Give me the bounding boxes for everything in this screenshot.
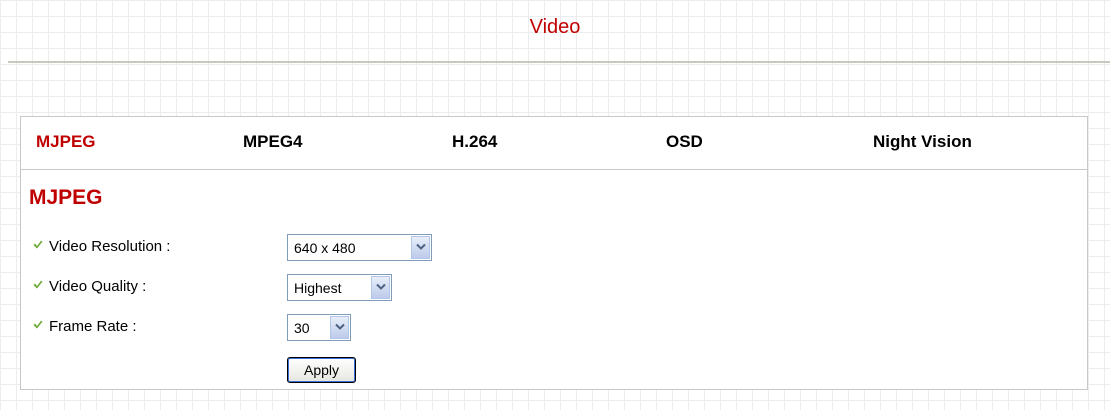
video-quality-text: Video Quality :: [49, 278, 147, 295]
frame-rate-value: 30: [294, 320, 310, 336]
video-resolution-select[interactable]: 640 x 480: [287, 234, 432, 261]
green-check-icon: [33, 280, 43, 289]
video-resolution-label: Video Resolution :: [33, 238, 170, 255]
tab-night-vision[interactable]: Night Vision: [873, 132, 972, 152]
title-divider: [8, 61, 1110, 63]
tab-bar: MJPEG MPEG4 H.264 OSD Night Vision: [21, 117, 1087, 169]
chevron-down-icon[interactable]: [330, 316, 349, 339]
video-resolution-text: Video Resolution :: [49, 238, 171, 255]
green-check-icon: [33, 240, 43, 249]
tab-mjpeg[interactable]: MJPEG: [36, 132, 96, 152]
chevron-down-icon[interactable]: [411, 236, 430, 259]
apply-button[interactable]: Apply: [287, 357, 356, 383]
chevron-down-icon[interactable]: [371, 276, 390, 299]
frame-rate-select[interactable]: 30: [287, 314, 351, 341]
green-check-icon: [33, 320, 43, 329]
page-title: Video: [529, 16, 581, 38]
video-settings-panel: MJPEG MPEG4 H.264 OSD Night Vision MJPEG…: [20, 116, 1088, 390]
video-quality-label: Video Quality :: [33, 278, 146, 295]
section-title: MJPEG: [29, 186, 103, 209]
video-resolution-value: 640 x 480: [294, 240, 356, 256]
tab-mpeg4[interactable]: MPEG4: [243, 132, 303, 152]
video-quality-select[interactable]: Highest: [287, 274, 392, 301]
frame-rate-text: Frame Rate :: [49, 318, 137, 335]
video-quality-value: Highest: [294, 280, 342, 296]
tab-h264[interactable]: H.264: [452, 132, 497, 152]
tab-osd[interactable]: OSD: [666, 132, 703, 152]
tab-divider: [21, 169, 1087, 170]
frame-rate-label: Frame Rate :: [33, 318, 137, 335]
